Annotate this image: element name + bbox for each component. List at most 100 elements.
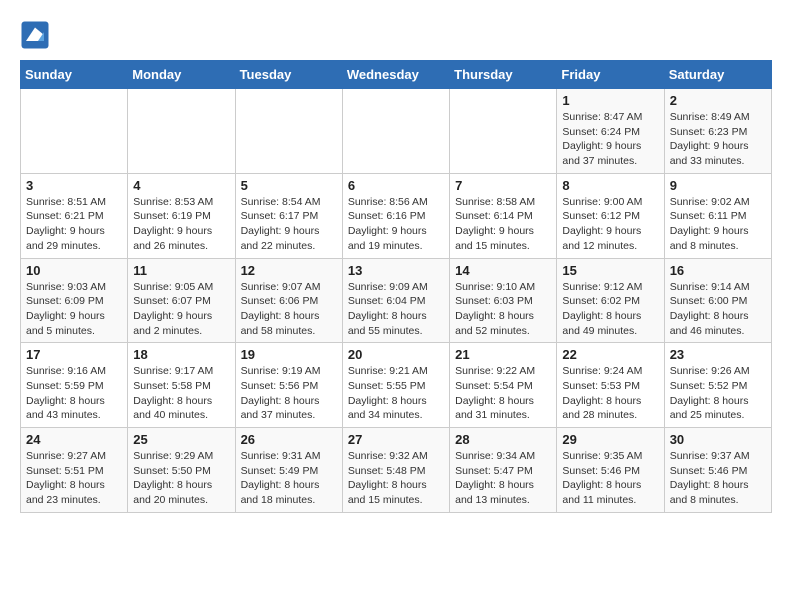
day-info: Sunrise: 9:03 AM Sunset: 6:09 PM Dayligh… bbox=[26, 280, 122, 339]
calendar-body: 1 Sunrise: 8:47 AM Sunset: 6:24 PM Daylig… bbox=[21, 89, 772, 513]
day-number: 25 bbox=[133, 432, 229, 447]
day-info: Sunrise: 8:58 AM Sunset: 6:14 PM Dayligh… bbox=[455, 195, 551, 254]
calendar-cell bbox=[21, 89, 128, 174]
calendar-cell: 7 Sunrise: 8:58 AM Sunset: 6:14 PM Daylig… bbox=[450, 173, 557, 258]
calendar-week-row: 1 Sunrise: 8:47 AM Sunset: 6:24 PM Daylig… bbox=[21, 89, 772, 174]
calendar-cell: 1 Sunrise: 8:47 AM Sunset: 6:24 PM Daylig… bbox=[557, 89, 664, 174]
calendar-cell: 11 Sunrise: 9:05 AM Sunset: 6:07 PM Dayli… bbox=[128, 258, 235, 343]
day-number: 23 bbox=[670, 347, 766, 362]
calendar-cell: 15 Sunrise: 9:12 AM Sunset: 6:02 PM Dayli… bbox=[557, 258, 664, 343]
day-info: Sunrise: 9:14 AM Sunset: 6:00 PM Dayligh… bbox=[670, 280, 766, 339]
calendar-cell: 8 Sunrise: 9:00 AM Sunset: 6:12 PM Daylig… bbox=[557, 173, 664, 258]
day-number: 1 bbox=[562, 93, 658, 108]
day-number: 15 bbox=[562, 263, 658, 278]
weekday-row: SundayMondayTuesdayWednesdayThursdayFrid… bbox=[21, 61, 772, 89]
calendar-cell: 22Sunrise: 9:24 AM Sunset: 5:53 PM Dayli… bbox=[557, 343, 664, 428]
day-info: Sunrise: 9:27 AM Sunset: 5:51 PM Dayligh… bbox=[26, 449, 122, 508]
day-number: 27 bbox=[348, 432, 444, 447]
calendar-cell: 20 Sunrise: 9:21 AM Sunset: 5:55 PM Dayli… bbox=[342, 343, 449, 428]
day-number: 5 bbox=[241, 178, 337, 193]
day-info: Sunrise: 9:07 AM Sunset: 6:06 PM Dayligh… bbox=[241, 280, 337, 339]
calendar-cell: 12 Sunrise: 9:07 AM Sunset: 6:06 PM Dayli… bbox=[235, 258, 342, 343]
day-info: Sunrise: 9:31 AM Sunset: 5:49 PM Dayligh… bbox=[241, 449, 337, 508]
day-number: 13 bbox=[348, 263, 444, 278]
calendar-cell: 19Sunrise: 9:19 AM Sunset: 5:56 PM Dayli… bbox=[235, 343, 342, 428]
day-info: Sunrise: 9:26 AM Sunset: 5:52 PM Dayligh… bbox=[670, 364, 766, 423]
day-number: 3 bbox=[26, 178, 122, 193]
day-number: 9 bbox=[670, 178, 766, 193]
day-info: Sunrise: 9:21 AM Sunset: 5:55 PM Dayligh… bbox=[348, 364, 444, 423]
day-number: 22 bbox=[562, 347, 658, 362]
day-info: Sunrise: 9:35 AM Sunset: 5:46 PM Dayligh… bbox=[562, 449, 658, 508]
day-info: Sunrise: 9:17 AM Sunset: 5:58 PM Dayligh… bbox=[133, 364, 229, 423]
day-info: Sunrise: 9:22 AM Sunset: 5:54 PM Dayligh… bbox=[455, 364, 551, 423]
day-info: Sunrise: 9:29 AM Sunset: 5:50 PM Dayligh… bbox=[133, 449, 229, 508]
day-number: 2 bbox=[670, 93, 766, 108]
weekday-header: Thursday bbox=[450, 61, 557, 89]
day-number: 26 bbox=[241, 432, 337, 447]
day-info: Sunrise: 9:05 AM Sunset: 6:07 PM Dayligh… bbox=[133, 280, 229, 339]
day-info: Sunrise: 9:12 AM Sunset: 6:02 PM Dayligh… bbox=[562, 280, 658, 339]
calendar-cell: 3 Sunrise: 8:51 AM Sunset: 6:21 PM Daylig… bbox=[21, 173, 128, 258]
calendar-cell: 21 Sunrise: 9:22 AM Sunset: 5:54 PM Dayli… bbox=[450, 343, 557, 428]
day-number: 10 bbox=[26, 263, 122, 278]
calendar-cell bbox=[128, 89, 235, 174]
calendar-week-row: 10 Sunrise: 9:03 AM Sunset: 6:09 PM Dayli… bbox=[21, 258, 772, 343]
day-info: Sunrise: 8:53 AM Sunset: 6:19 PM Dayligh… bbox=[133, 195, 229, 254]
calendar-cell: 13 Sunrise: 9:09 AM Sunset: 6:04 PM Dayli… bbox=[342, 258, 449, 343]
day-info: Sunrise: 8:51 AM Sunset: 6:21 PM Dayligh… bbox=[26, 195, 122, 254]
day-number: 8 bbox=[562, 178, 658, 193]
calendar-cell: 24Sunrise: 9:27 AM Sunset: 5:51 PM Dayli… bbox=[21, 428, 128, 513]
day-number: 19 bbox=[241, 347, 337, 362]
day-info: Sunrise: 9:16 AM Sunset: 5:59 PM Dayligh… bbox=[26, 364, 122, 423]
calendar-cell: 6Sunrise: 8:56 AM Sunset: 6:16 PM Daylig… bbox=[342, 173, 449, 258]
day-info: Sunrise: 9:09 AM Sunset: 6:04 PM Dayligh… bbox=[348, 280, 444, 339]
calendar-cell: 29Sunrise: 9:35 AM Sunset: 5:46 PM Dayli… bbox=[557, 428, 664, 513]
day-number: 28 bbox=[455, 432, 551, 447]
calendar-week-row: 17 Sunrise: 9:16 AM Sunset: 5:59 PM Dayli… bbox=[21, 343, 772, 428]
day-number: 12 bbox=[241, 263, 337, 278]
calendar-cell: 28 Sunrise: 9:34 AM Sunset: 5:47 PM Dayli… bbox=[450, 428, 557, 513]
calendar-cell: 23 Sunrise: 9:26 AM Sunset: 5:52 PM Dayli… bbox=[664, 343, 771, 428]
day-number: 17 bbox=[26, 347, 122, 362]
day-number: 18 bbox=[133, 347, 229, 362]
weekday-header: Friday bbox=[557, 61, 664, 89]
day-number: 16 bbox=[670, 263, 766, 278]
calendar-cell: 4 Sunrise: 8:53 AM Sunset: 6:19 PM Daylig… bbox=[128, 173, 235, 258]
weekday-header: Tuesday bbox=[235, 61, 342, 89]
calendar-cell: 5 Sunrise: 8:54 AM Sunset: 6:17 PM Daylig… bbox=[235, 173, 342, 258]
calendar-cell: 16 Sunrise: 9:14 AM Sunset: 6:00 PM Dayli… bbox=[664, 258, 771, 343]
day-number: 7 bbox=[455, 178, 551, 193]
calendar-table: SundayMondayTuesdayWednesdayThursdayFrid… bbox=[20, 60, 772, 513]
day-number: 4 bbox=[133, 178, 229, 193]
day-number: 20 bbox=[348, 347, 444, 362]
day-number: 30 bbox=[670, 432, 766, 447]
calendar-cell: 2 Sunrise: 8:49 AM Sunset: 6:23 PM Daylig… bbox=[664, 89, 771, 174]
calendar-cell: 26 Sunrise: 9:31 AM Sunset: 5:49 PM Dayli… bbox=[235, 428, 342, 513]
day-info: Sunrise: 9:02 AM Sunset: 6:11 PM Dayligh… bbox=[670, 195, 766, 254]
day-info: Sunrise: 8:49 AM Sunset: 6:23 PM Dayligh… bbox=[670, 110, 766, 169]
calendar-cell: 30 Sunrise: 9:37 AM Sunset: 5:46 PM Dayli… bbox=[664, 428, 771, 513]
calendar-week-row: 3 Sunrise: 8:51 AM Sunset: 6:21 PM Daylig… bbox=[21, 173, 772, 258]
day-number: 11 bbox=[133, 263, 229, 278]
day-info: Sunrise: 9:00 AM Sunset: 6:12 PM Dayligh… bbox=[562, 195, 658, 254]
day-info: Sunrise: 9:37 AM Sunset: 5:46 PM Dayligh… bbox=[670, 449, 766, 508]
weekday-header: Sunday bbox=[21, 61, 128, 89]
calendar-cell: 27 Sunrise: 9:32 AM Sunset: 5:48 PM Dayli… bbox=[342, 428, 449, 513]
calendar-cell: 9 Sunrise: 9:02 AM Sunset: 6:11 PM Daylig… bbox=[664, 173, 771, 258]
logo bbox=[20, 20, 54, 50]
day-info: Sunrise: 8:47 AM Sunset: 6:24 PM Dayligh… bbox=[562, 110, 658, 169]
calendar-week-row: 24Sunrise: 9:27 AM Sunset: 5:51 PM Dayli… bbox=[21, 428, 772, 513]
calendar-cell: 18 Sunrise: 9:17 AM Sunset: 5:58 PM Dayli… bbox=[128, 343, 235, 428]
day-info: Sunrise: 9:34 AM Sunset: 5:47 PM Dayligh… bbox=[455, 449, 551, 508]
calendar-cell: 17 Sunrise: 9:16 AM Sunset: 5:59 PM Dayli… bbox=[21, 343, 128, 428]
calendar-header: SundayMondayTuesdayWednesdayThursdayFrid… bbox=[21, 61, 772, 89]
weekday-header: Monday bbox=[128, 61, 235, 89]
calendar-cell bbox=[450, 89, 557, 174]
day-info: Sunrise: 8:54 AM Sunset: 6:17 PM Dayligh… bbox=[241, 195, 337, 254]
day-number: 21 bbox=[455, 347, 551, 362]
calendar-cell bbox=[235, 89, 342, 174]
weekday-header: Wednesday bbox=[342, 61, 449, 89]
calendar-cell: 14Sunrise: 9:10 AM Sunset: 6:03 PM Dayli… bbox=[450, 258, 557, 343]
day-info: Sunrise: 9:32 AM Sunset: 5:48 PM Dayligh… bbox=[348, 449, 444, 508]
